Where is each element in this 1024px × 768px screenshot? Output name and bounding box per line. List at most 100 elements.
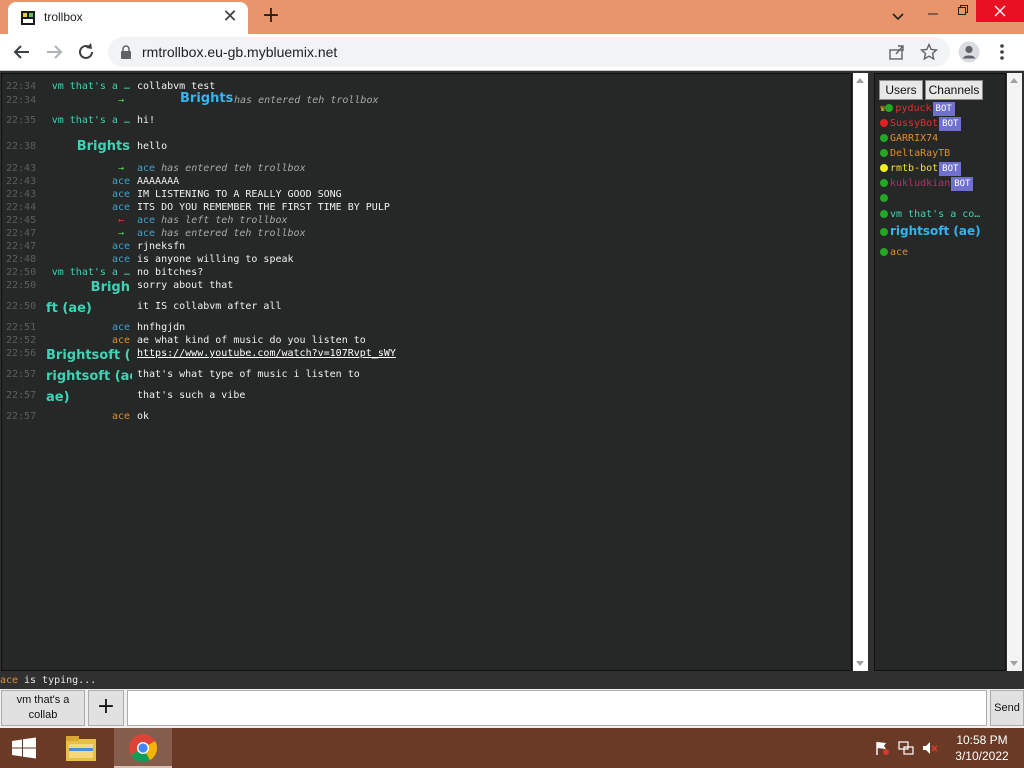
message-input[interactable] (127, 690, 987, 726)
network-icon[interactable] (898, 740, 914, 756)
lock-icon[interactable] (120, 45, 132, 59)
message-fancy-nick[interactable]: ft (ae) (46, 302, 132, 315)
message-text: hello (137, 141, 168, 152)
user-list-item[interactable]: ace (880, 246, 908, 261)
message-fancy-nick[interactable]: Brigh (44, 281, 130, 294)
user-list-item[interactable]: kukludkian BOT (880, 177, 974, 192)
user-list-item[interactable]: DeltaRayTB (880, 147, 950, 162)
reload-icon[interactable] (74, 40, 98, 64)
message-fancy-nick[interactable]: ae) (46, 391, 132, 404)
message-fancy-nick[interactable]: Brights (180, 92, 233, 105)
chat-message: 22:38 Brights hello (2, 140, 851, 158)
message-time: 22:57 (6, 390, 37, 401)
message-time: 22:50 (6, 301, 37, 312)
scroll-up-arrow-icon[interactable] (1010, 78, 1018, 83)
browser-menu-icon[interactable] (994, 41, 1010, 63)
tab-search-chevron-icon[interactable] (888, 8, 908, 26)
message-nick[interactable]: ace (44, 334, 130, 347)
message-nick[interactable]: vm that's a … (44, 266, 130, 279)
tab-channels[interactable]: Channels (925, 80, 983, 100)
message-composer: vm that's a collab + Send (0, 689, 1024, 728)
message-nick[interactable]: ace (44, 201, 130, 214)
user-list-item[interactable]: ♛ pyduck BOT (880, 102, 955, 117)
clock-time[interactable]: 10:58 PM (950, 733, 1014, 747)
share-icon[interactable] (888, 43, 906, 61)
scroll-down-arrow-icon[interactable] (856, 661, 864, 666)
volume-muted-icon[interactable] (922, 740, 938, 756)
bookmark-star-icon[interactable] (920, 43, 938, 61)
message-fancy-nick[interactable]: Brights (44, 140, 130, 153)
system-message: ace has entered teh trollbox (137, 162, 306, 175)
user-name: pyduck (895, 103, 932, 114)
add-channel-button[interactable]: + (88, 690, 124, 726)
browser-tab[interactable]: trollbox ✕ (8, 2, 248, 34)
system-text: has entered teh trollbox (161, 163, 306, 174)
profile-avatar-icon[interactable] (958, 41, 980, 63)
url-text[interactable]: rmtrollbox.eu-gb.mybluemix.net (142, 44, 337, 60)
message-nick[interactable]: ace (44, 321, 130, 334)
browser-tab-strip: trollbox ✕ + (0, 0, 1024, 34)
send-button[interactable]: Send (990, 690, 1024, 726)
user-list-item[interactable]: rmtb-bot BOT (880, 162, 962, 177)
scroll-up-arrow-icon[interactable] (856, 78, 864, 83)
chat-message: 22:34 vm that's a … collabvm test (2, 80, 851, 94)
join-arrow-icon: → (117, 95, 124, 106)
bot-badge: BOT (951, 177, 974, 191)
system-message: ace has left teh trollbox (137, 214, 288, 227)
scroll-down-arrow-icon[interactable] (1010, 661, 1018, 666)
window-close-icon[interactable] (976, 0, 1024, 22)
leave-arrow-icon: ← (117, 215, 124, 226)
back-arrow-icon[interactable] (10, 40, 34, 64)
chat-message: 22:50 ft (ae) it IS collabvm after all (2, 300, 851, 318)
message-time: 22:50 (6, 280, 37, 291)
message-text: ok (137, 411, 150, 422)
message-text: it IS collabvm after all (137, 301, 282, 312)
user-list-item[interactable]: vm that's a co… (880, 208, 980, 223)
message-nick[interactable]: ace (44, 175, 130, 188)
file-explorer-icon[interactable] (58, 730, 104, 766)
message-nick[interactable]: vm that's a … (44, 80, 130, 93)
address-bar[interactable]: rmtrollbox.eu-gb.mybluemix.net (108, 37, 950, 67)
system-nick[interactable]: ace (137, 228, 155, 239)
user-name: rmtb-bot (890, 163, 939, 174)
message-nick[interactable]: ace (44, 188, 130, 201)
chat-message: 22:57 rightsoft (ae that's what type of … (2, 368, 851, 386)
message-nick[interactable]: ace (44, 240, 130, 253)
forward-arrow-icon[interactable] (42, 40, 66, 64)
message-time: 22:51 (6, 322, 37, 333)
system-nick[interactable]: ace (137, 215, 155, 226)
message-text: hnfhgjdn (137, 322, 186, 333)
windows-start-icon[interactable] (0, 728, 48, 768)
tab-users[interactable]: Users (879, 80, 923, 100)
user-list-item[interactable]: GARRIX74 (880, 132, 938, 147)
typing-indicator: ace is typing... (0, 673, 1024, 689)
action-center-flag-icon[interactable] (874, 740, 890, 756)
clock-date[interactable]: 3/10/2022 (950, 749, 1014, 763)
message-link: https://www.youtube.com/watch?v=107Rvpt_… (137, 347, 396, 360)
message-fancy-nick[interactable]: rightsoft (ae (46, 370, 132, 383)
message-time: 22:43 (6, 176, 37, 187)
user-list-item[interactable]: SussyBot BOT (880, 117, 962, 132)
chrome-icon (129, 734, 157, 762)
status-dot-icon (880, 194, 888, 202)
tab-close-icon[interactable]: ✕ (220, 8, 240, 28)
system-nick[interactable]: ace (137, 163, 155, 174)
message-fancy-nick[interactable]: Brightsoft ( (46, 349, 132, 362)
message-text: rjneksfn (137, 241, 186, 252)
chat-message: 22:45 ← ace has left teh trollbox (2, 214, 851, 228)
chat-scrollbar[interactable] (853, 73, 868, 671)
user-name: SussyBot (890, 118, 939, 129)
user-list-scrollbar[interactable] (1007, 73, 1022, 671)
message-nick[interactable]: vm that's a … (44, 114, 130, 127)
youtube-link[interactable]: https://www.youtube.com/watch?v=107Rvpt_… (137, 348, 396, 359)
user-name: rightsoft (ae) (890, 224, 981, 238)
channel-button[interactable]: vm that's a collab (1, 690, 85, 726)
chrome-taskbar-button[interactable] (114, 728, 172, 768)
user-list-item[interactable]: rightsoft (ae) (880, 224, 981, 242)
user-list-item[interactable] (880, 192, 890, 207)
message-nick[interactable]: ace (44, 410, 130, 423)
message-time: 22:38 (6, 141, 37, 152)
message-nick[interactable]: ace (44, 253, 130, 266)
bot-badge: BOT (939, 117, 962, 131)
new-tab-button[interactable]: + (258, 4, 284, 30)
